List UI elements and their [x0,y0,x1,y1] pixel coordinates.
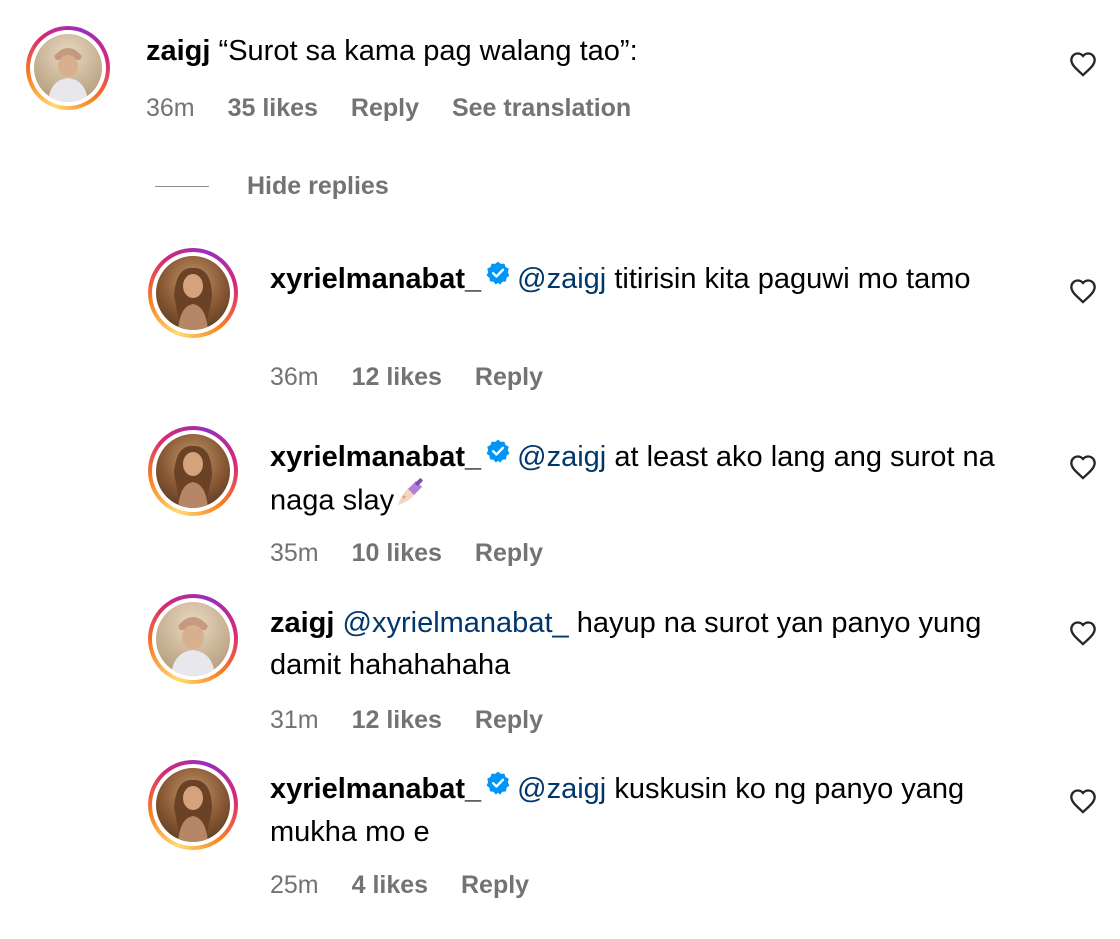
story-ring[interactable] [148,248,238,338]
comment-meta: 36m 12 likes Reply [270,362,569,392]
comment-text: titirisin kita paguwi mo tamo [614,263,971,295]
divider-line [155,186,209,187]
reply-button[interactable]: Reply [461,871,529,899]
heart-outline-icon[interactable] [1069,620,1097,646]
mention-link[interactable]: @zaigj [517,773,606,805]
comment-meta: 31m 12 likes Reply [270,705,569,735]
comment-likes[interactable]: 12 likes [352,363,442,391]
story-ring[interactable] [148,760,238,850]
avatar [156,602,230,676]
mention-link[interactable]: @zaigj [517,441,606,473]
comment-text: “Surot sa kama pag walang tao”: [218,35,638,67]
story-ring[interactable] [148,426,238,516]
comment-time[interactable]: 25m [270,871,319,899]
comment-body: xyrielmanabat_ @zaigj titirisin kita pagu… [270,258,1000,301]
person-silhouette-icon [174,779,212,842]
comment-username[interactable]: xyrielmanabat_ [270,441,481,473]
verified-badge-icon [485,434,511,476]
comment-meta: 35m 10 likes Reply [270,538,569,568]
person-silhouette-icon [171,617,215,676]
comment-body: xyrielmanabat_ @zaigj at least ako lang a… [270,436,1030,525]
comment-username[interactable]: zaigj [270,607,334,639]
see-translation-button[interactable]: See translation [452,94,631,122]
reply-button[interactable]: Reply [475,706,543,734]
avatar [34,34,102,102]
comment-time[interactable]: 36m [270,363,319,391]
comment-username[interactable]: xyrielmanabat_ [270,263,481,295]
mention-link[interactable]: @xyrielmanabat_ [343,607,569,639]
person-silhouette-icon [174,267,212,330]
comment-time[interactable]: 36m [146,94,195,122]
avatar [156,768,230,842]
hide-replies-label: Hide replies [247,172,389,200]
comment-meta: 36m 35 likes Reply See translation [146,93,657,123]
comment-body: zaigj @xyrielmanabat_ hayup na surot yan… [270,602,1000,686]
heart-outline-icon[interactable] [1069,278,1097,304]
person-silhouette-icon [174,445,212,508]
comment-likes[interactable]: 12 likes [352,706,442,734]
comment-body: zaigj “Surot sa kama pag walang tao”: [146,30,1046,72]
avatar [156,256,230,330]
story-ring[interactable] [26,26,110,110]
heart-outline-icon[interactable] [1069,454,1097,480]
nail-polish-emoji-icon [394,475,428,521]
verified-badge-icon [485,256,511,298]
reply-button[interactable]: Reply [475,539,543,567]
heart-outline-icon[interactable] [1069,788,1097,814]
comment-username[interactable]: zaigj [146,35,210,67]
comment-likes[interactable]: 4 likes [352,871,428,899]
reply-button[interactable]: Reply [351,94,419,122]
comment-likes[interactable]: 35 likes [228,94,318,122]
comment-meta: 25m 4 likes Reply [270,870,555,900]
verified-badge-icon [485,766,511,808]
reply-item: xyrielmanabat_ @zaigj kuskusin ko ng pany… [0,752,1120,912]
comment-body: xyrielmanabat_ @zaigj kuskusin ko ng pany… [270,768,1030,853]
heart-outline-icon[interactable] [1069,51,1097,77]
comment-username[interactable]: xyrielmanabat_ [270,773,481,805]
reply-item: xyrielmanabat_ @zaigj titirisin kita pagu… [0,240,1120,400]
comment-item: zaigj “Surot sa kama pag walang tao”: 36… [0,0,1120,150]
comment-likes[interactable]: 10 likes [352,539,442,567]
story-ring[interactable] [148,594,238,684]
comment-time[interactable]: 31m [270,706,319,734]
person-silhouette-icon [48,48,88,102]
avatar [156,434,230,508]
reply-item: zaigj @xyrielmanabat_ hayup na surot yan… [0,586,1120,746]
reply-button[interactable]: Reply [475,363,543,391]
reply-item: xyrielmanabat_ @zaigj at least ako lang a… [0,418,1120,578]
comment-time[interactable]: 35m [270,539,319,567]
mention-link[interactable]: @zaigj [517,263,606,295]
